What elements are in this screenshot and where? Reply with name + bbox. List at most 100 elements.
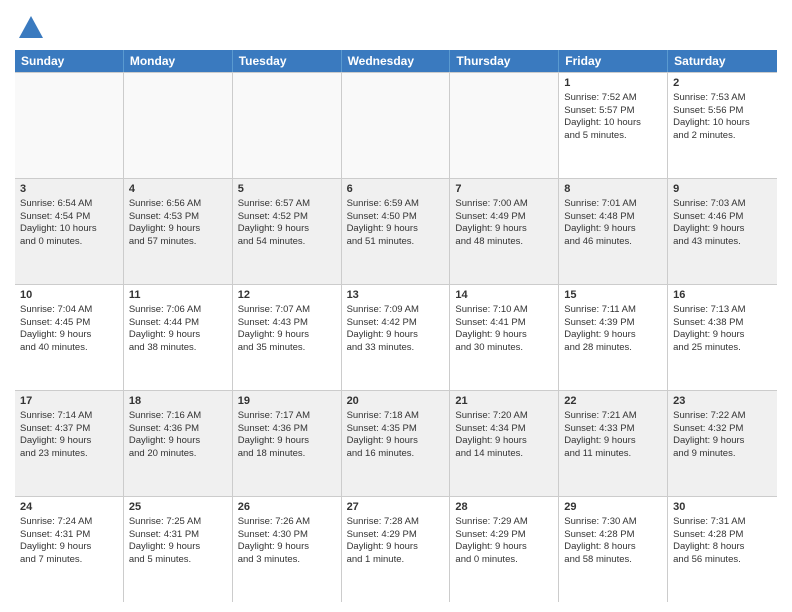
logo: [15, 14, 45, 42]
day-info: Sunset: 4:42 PM: [347, 317, 417, 328]
calendar-cell: 4Sunrise: 6:56 AMSunset: 4:53 PMDaylight…: [124, 179, 233, 284]
day-info: Daylight: 9 hours: [564, 435, 635, 446]
day-info: Sunset: 4:28 PM: [673, 529, 743, 540]
day-info: Sunrise: 7:53 AM: [673, 92, 745, 103]
day-info: Sunset: 4:36 PM: [129, 423, 199, 434]
day-header-sunday: Sunday: [15, 50, 124, 72]
day-info: Sunrise: 7:04 AM: [20, 304, 92, 315]
day-info: Sunrise: 7:00 AM: [455, 198, 527, 209]
day-info: and 38 minutes.: [129, 342, 197, 353]
day-info: and 43 minutes.: [673, 236, 741, 247]
day-info: Daylight: 9 hours: [455, 435, 526, 446]
day-info: Sunset: 5:57 PM: [564, 105, 634, 116]
day-info: and 7 minutes.: [20, 554, 82, 565]
day-header-friday: Friday: [559, 50, 668, 72]
day-number: 30: [673, 500, 772, 515]
day-info: Sunrise: 7:31 AM: [673, 516, 745, 527]
day-info: Sunset: 4:31 PM: [129, 529, 199, 540]
day-info: and 30 minutes.: [455, 342, 523, 353]
calendar-cell: 10Sunrise: 7:04 AMSunset: 4:45 PMDayligh…: [15, 285, 124, 390]
calendar-cell: 18Sunrise: 7:16 AMSunset: 4:36 PMDayligh…: [124, 391, 233, 496]
calendar-week-4: 17Sunrise: 7:14 AMSunset: 4:37 PMDayligh…: [15, 391, 777, 497]
day-info: Daylight: 9 hours: [564, 223, 635, 234]
calendar-cell: 23Sunrise: 7:22 AMSunset: 4:32 PMDayligh…: [668, 391, 777, 496]
day-info: Sunrise: 7:01 AM: [564, 198, 636, 209]
calendar-cell: 26Sunrise: 7:26 AMSunset: 4:30 PMDayligh…: [233, 497, 342, 602]
day-info: and 5 minutes.: [129, 554, 191, 565]
day-number: 13: [347, 288, 445, 303]
day-info: Sunrise: 7:26 AM: [238, 516, 310, 527]
day-info: Sunrise: 7:20 AM: [455, 410, 527, 421]
day-number: 1: [564, 76, 662, 91]
calendar-week-1: 1Sunrise: 7:52 AM Sunset: 5:57 PMDaylight…: [15, 73, 777, 179]
logo-icon: [17, 14, 45, 42]
day-info: and 16 minutes.: [347, 448, 415, 459]
calendar-cell: 8Sunrise: 7:01 AMSunset: 4:48 PMDaylight…: [559, 179, 668, 284]
day-info: Sunset: 4:28 PM: [564, 529, 634, 540]
day-number: 7: [455, 182, 553, 197]
calendar-cell: 14Sunrise: 7:10 AMSunset: 4:41 PMDayligh…: [450, 285, 559, 390]
calendar-cell: 2Sunrise: 7:53 AMSunset: 5:56 PMDaylight…: [668, 73, 777, 178]
header: [15, 10, 777, 42]
day-info: and 2 minutes.: [673, 130, 735, 141]
day-info: Daylight: 9 hours: [564, 329, 635, 340]
calendar-header: SundayMondayTuesdayWednesdayThursdayFrid…: [15, 50, 777, 72]
day-info: Sunset: 4:35 PM: [347, 423, 417, 434]
day-info: Daylight: 9 hours: [347, 541, 418, 552]
calendar-cell: 17Sunrise: 7:14 AMSunset: 4:37 PMDayligh…: [15, 391, 124, 496]
calendar-week-3: 10Sunrise: 7:04 AMSunset: 4:45 PMDayligh…: [15, 285, 777, 391]
day-info: and 18 minutes.: [238, 448, 306, 459]
day-info: Sunrise: 7:03 AM: [673, 198, 745, 209]
day-info: and 23 minutes.: [20, 448, 88, 459]
day-info: and 28 minutes.: [564, 342, 632, 353]
day-info: and 35 minutes.: [238, 342, 306, 353]
day-info: Sunset: 4:37 PM: [20, 423, 90, 434]
day-info: Sunset: 4:52 PM: [238, 211, 308, 222]
day-number: 20: [347, 394, 445, 409]
day-info: Sunset: 4:48 PM: [564, 211, 634, 222]
day-info: Daylight: 9 hours: [238, 541, 309, 552]
day-info: Sunset: 4:44 PM: [129, 317, 199, 328]
calendar: SundayMondayTuesdayWednesdayThursdayFrid…: [15, 50, 777, 602]
day-number: 2: [673, 76, 772, 91]
day-info: Daylight: 10 hours: [20, 223, 97, 234]
day-info: Sunrise: 7:18 AM: [347, 410, 419, 421]
day-info: and 3 minutes.: [238, 554, 300, 565]
calendar-cell: 29Sunrise: 7:30 AMSunset: 4:28 PMDayligh…: [559, 497, 668, 602]
day-info: Sunrise: 7:28 AM: [347, 516, 419, 527]
day-number: 3: [20, 182, 118, 197]
day-number: 11: [129, 288, 227, 303]
day-info: Daylight: 9 hours: [20, 329, 91, 340]
day-info: Sunrise: 7:16 AM: [129, 410, 201, 421]
day-info: Daylight: 9 hours: [129, 435, 200, 446]
day-info: and 40 minutes.: [20, 342, 88, 353]
day-info: Sunrise: 7:52 AM: [564, 92, 636, 103]
day-info: and 54 minutes.: [238, 236, 306, 247]
calendar-body: 1Sunrise: 7:52 AMSunset: 5:57 PMDaylight…: [15, 72, 777, 602]
day-info: Sunset: 4:39 PM: [564, 317, 634, 328]
day-info: Sunset: 4:38 PM: [673, 317, 743, 328]
day-info: and 0 minutes.: [455, 554, 517, 565]
day-info: Daylight: 9 hours: [455, 329, 526, 340]
day-info: and 51 minutes.: [347, 236, 415, 247]
calendar-cell: 28Sunrise: 7:29 AMSunset: 4:29 PMDayligh…: [450, 497, 559, 602]
day-info: Sunset: 4:41 PM: [455, 317, 525, 328]
calendar-cell: 11Sunrise: 7:06 AMSunset: 4:44 PMDayligh…: [124, 285, 233, 390]
day-info: Sunset: 4:32 PM: [673, 423, 743, 434]
day-header-monday: Monday: [124, 50, 233, 72]
day-info: Sunset: 4:54 PM: [20, 211, 90, 222]
day-header-wednesday: Wednesday: [342, 50, 451, 72]
day-info: Daylight: 10 hours: [564, 117, 641, 128]
day-number: 24: [20, 500, 118, 515]
calendar-cell: 19Sunrise: 7:17 AMSunset: 4:36 PMDayligh…: [233, 391, 342, 496]
calendar-cell: [124, 73, 233, 178]
calendar-cell: 16Sunrise: 7:13 AMSunset: 4:38 PMDayligh…: [668, 285, 777, 390]
day-info: and 58 minutes.: [564, 554, 632, 565]
calendar-cell: 15Sunrise: 7:11 AMSunset: 4:39 PMDayligh…: [559, 285, 668, 390]
calendar-cell: 25Sunrise: 7:25 AMSunset: 4:31 PMDayligh…: [124, 497, 233, 602]
day-number: 16: [673, 288, 772, 303]
calendar-cell: [15, 73, 124, 178]
calendar-cell: [233, 73, 342, 178]
day-info: Sunrise: 7:11 AM: [564, 304, 636, 315]
day-number: 10: [20, 288, 118, 303]
